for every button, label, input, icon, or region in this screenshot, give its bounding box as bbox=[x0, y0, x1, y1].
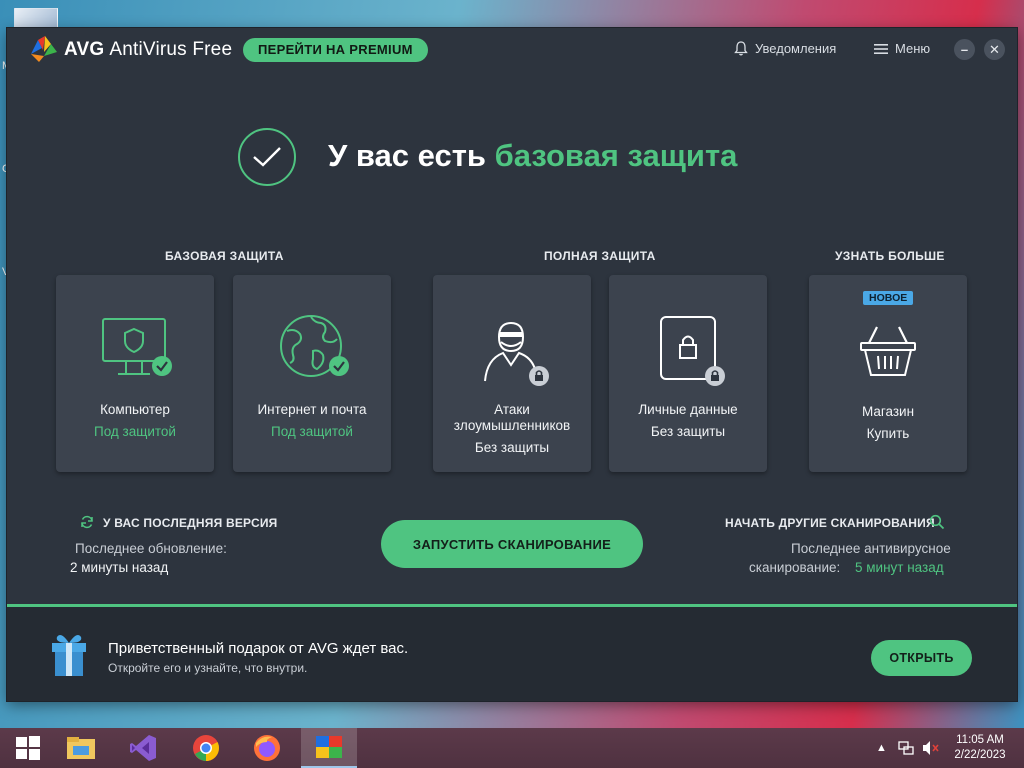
volume-muted-icon[interactable] bbox=[921, 740, 939, 756]
tile-hacker-attacks[interactable]: Атаки злоумышленников Без защиты bbox=[433, 275, 591, 472]
search-icon[interactable] bbox=[929, 514, 945, 530]
tile-computer[interactable]: Компьютер Под защитой bbox=[56, 275, 214, 472]
gift-subtitle: Откройте его и узнайте, что внутри. bbox=[108, 661, 308, 675]
last-update-value: 2 минуты назад bbox=[70, 560, 169, 575]
last-scan-value: 5 минут назад bbox=[855, 560, 944, 575]
new-badge: НОВОЕ bbox=[863, 291, 914, 305]
last-scan-label-line2: сканирование: bbox=[749, 560, 841, 575]
network-icon[interactable] bbox=[898, 740, 914, 756]
tile-hacker-name: Атаки злоумышленников bbox=[453, 402, 571, 433]
clock-date: 2/22/2023 bbox=[954, 749, 1006, 761]
other-scans-link[interactable]: НАЧАТЬ ДРУГИЕ СКАНИРОВАНИЯ bbox=[725, 516, 935, 530]
last-update-label: Последнее обновление: bbox=[75, 541, 227, 556]
firefox-icon[interactable] bbox=[239, 728, 295, 768]
notifications-label: Уведомления bbox=[755, 41, 837, 56]
product-name: AntiVirus Free bbox=[109, 39, 233, 60]
protected-check-icon bbox=[238, 128, 296, 186]
hero-text-accent: базовая защита bbox=[494, 138, 738, 173]
hero-text-plain: У вас есть bbox=[328, 138, 486, 173]
system-clock[interactable]: 11:05 AM 2/22/2023 bbox=[948, 733, 1012, 763]
menu-button[interactable]: Меню bbox=[874, 41, 930, 56]
tile-computer-name: Компьютер bbox=[100, 402, 170, 417]
tile-hacker-status: Без защиты bbox=[474, 440, 550, 455]
brand-name: AVG bbox=[64, 39, 105, 60]
tile-internet-status: Под защитой bbox=[271, 424, 353, 439]
update-status-title: У ВАС ПОСЛЕДНЯЯ ВЕРСИЯ bbox=[103, 516, 278, 530]
hacker-icon bbox=[484, 321, 549, 386]
close-button[interactable]: ✕ bbox=[984, 39, 1005, 60]
refresh-icon bbox=[81, 515, 93, 529]
avg-window: AVG AntiVirus Free ПЕРЕЙТИ НА PREMIUM Уве… bbox=[7, 28, 1017, 701]
hamburger-icon bbox=[874, 43, 888, 54]
app-title: AVG AntiVirus Free bbox=[64, 39, 232, 61]
last-scan-label-line1: Последнее антивирусное bbox=[791, 541, 951, 556]
section-basic-title: БАЗОВАЯ ЗАЩИТА bbox=[165, 249, 284, 263]
lock-document-icon bbox=[660, 316, 725, 386]
windows-start-icon[interactable] bbox=[0, 728, 56, 768]
visual-studio-icon[interactable] bbox=[115, 728, 171, 768]
menu-label: Меню bbox=[895, 41, 931, 56]
gift-icon bbox=[52, 635, 86, 676]
tray-overflow-icon[interactable]: ▲ bbox=[876, 728, 887, 768]
minimize-button[interactable]: – bbox=[954, 39, 975, 60]
clock-time: 11:05 AM bbox=[956, 734, 1004, 746]
basket-icon bbox=[860, 326, 916, 376]
go-premium-button[interactable]: ПЕРЕЙТИ НА PREMIUM bbox=[243, 38, 428, 62]
title-bar: AVG AntiVirus Free ПЕРЕЙТИ НА PREMIUM Уве… bbox=[7, 28, 1017, 72]
run-scan-button[interactable]: ЗАПУСТИТЬ СКАНИРОВАНИЕ bbox=[381, 520, 643, 568]
notifications-button[interactable]: Уведомления bbox=[734, 41, 836, 56]
open-gift-button[interactable]: ОТКРЫТЬ bbox=[871, 640, 972, 676]
taskbar: ▲ 11:05 AM 2/22/2023 bbox=[0, 728, 1024, 768]
gift-title: Приветственный подарок от AVG ждет вас. bbox=[108, 640, 409, 657]
gift-banner: Приветственный подарок от AVG ждет вас. … bbox=[7, 604, 1017, 701]
tile-personal-name: Личные данные bbox=[638, 402, 738, 417]
tile-internet-name: Интернет и почта bbox=[257, 402, 367, 417]
file-explorer-icon[interactable] bbox=[53, 728, 109, 768]
tile-shop-status: Купить bbox=[866, 426, 910, 441]
tile-shop-name: Магазин bbox=[861, 404, 915, 419]
tile-shop[interactable]: НОВОЕ Магазин Купить bbox=[809, 275, 967, 472]
avg-logo-icon bbox=[31, 36, 57, 62]
tile-personal-data[interactable]: Личные данные Без защиты bbox=[609, 275, 767, 472]
avg-taskbar-icon[interactable] bbox=[301, 728, 357, 768]
monitor-shield-icon bbox=[102, 318, 172, 376]
section-full-title: ПОЛНАЯ ЗАЩИТА bbox=[544, 249, 656, 263]
globe-icon bbox=[280, 315, 349, 377]
bell-icon bbox=[734, 41, 748, 56]
tile-personal-status: Без защиты bbox=[650, 424, 726, 439]
tile-computer-status: Под защитой bbox=[94, 424, 176, 439]
chrome-icon[interactable] bbox=[178, 728, 234, 768]
section-more-title: УЗНАТЬ БОЛЬШЕ bbox=[835, 249, 945, 263]
tile-internet-mail[interactable]: Интернет и почта Под защитой bbox=[233, 275, 391, 472]
protection-status-heading: У вас есть базовая защита bbox=[328, 138, 737, 174]
